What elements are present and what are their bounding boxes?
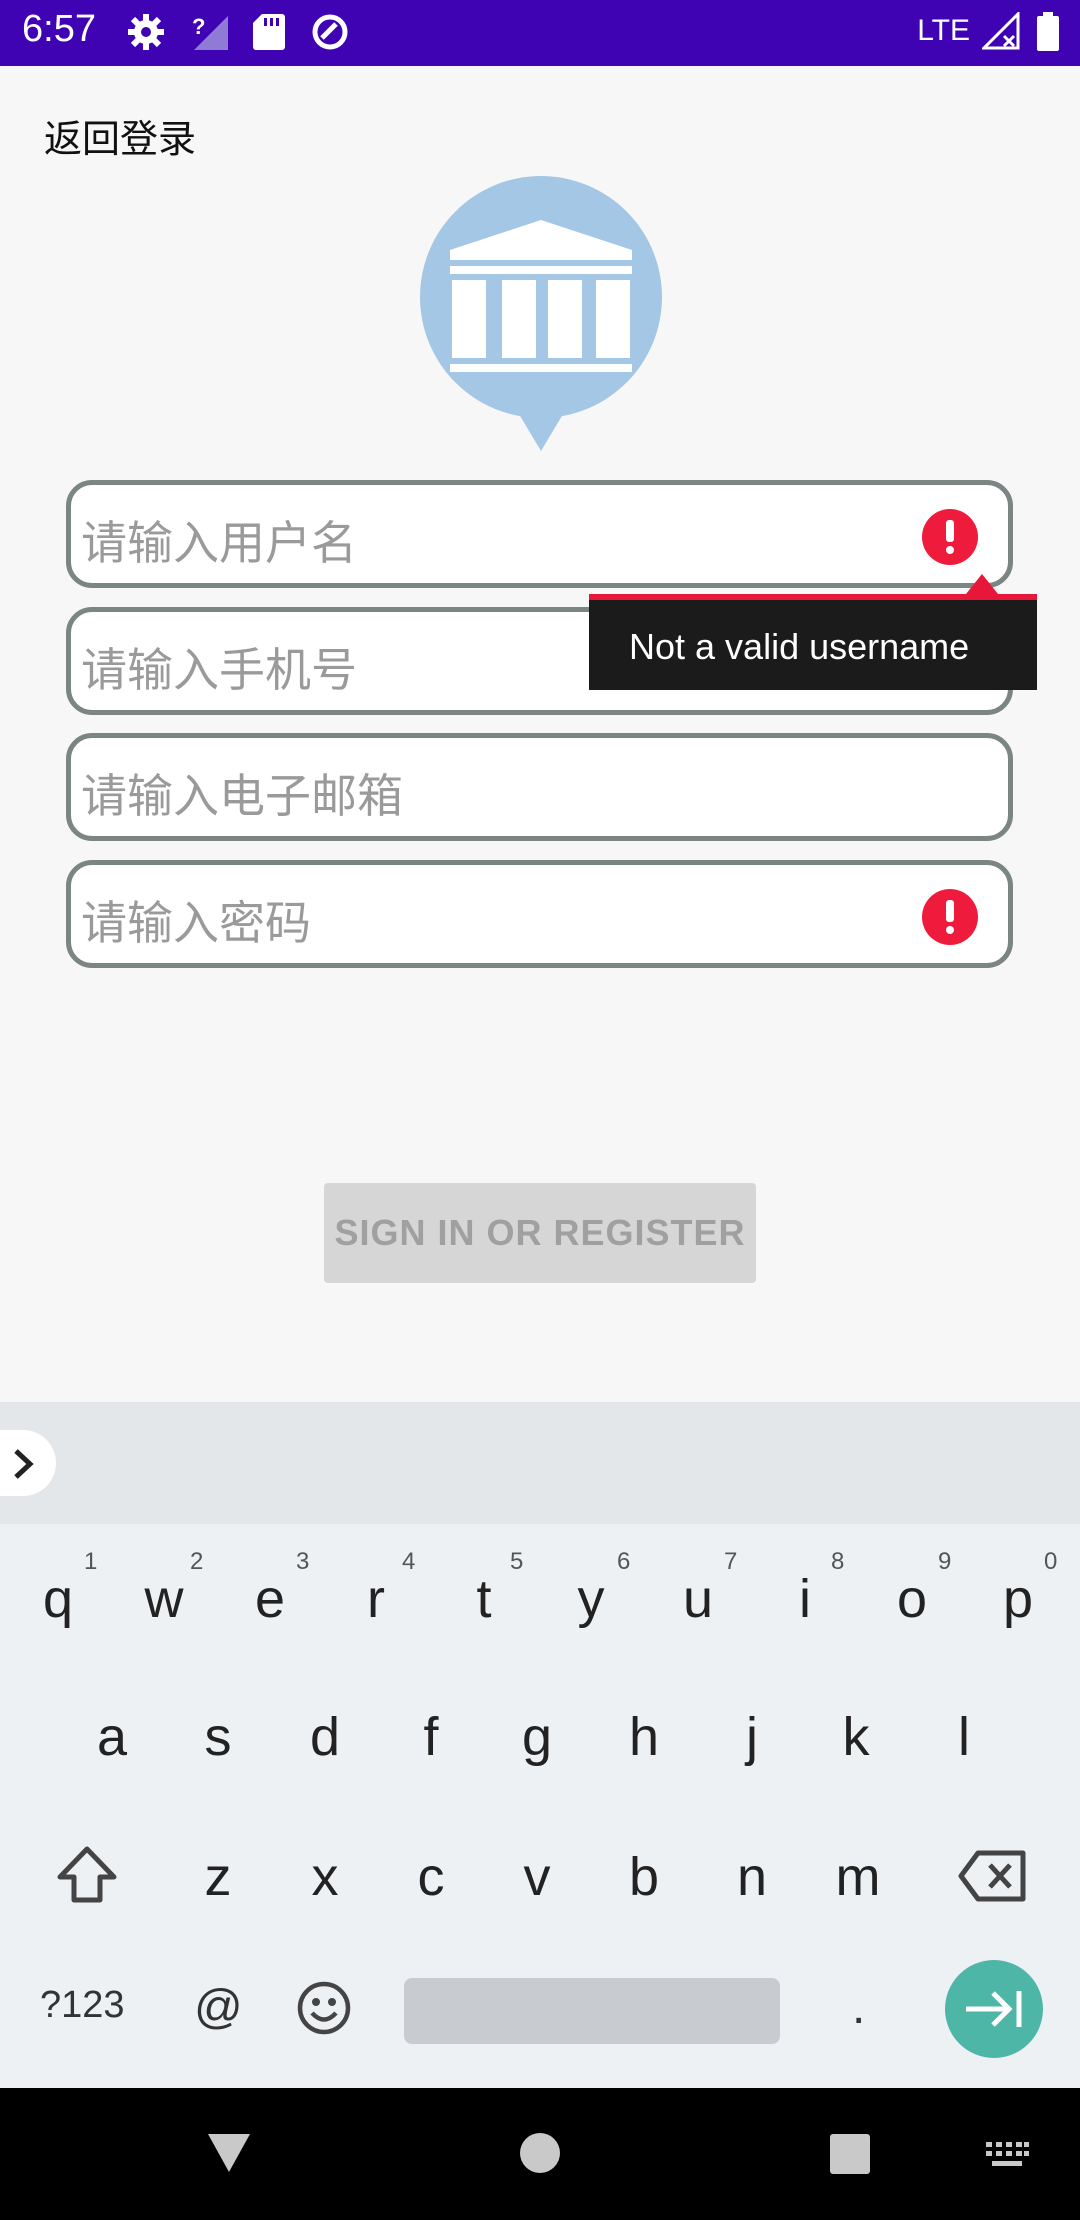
key-hint-4: 4 xyxy=(402,1548,416,1575)
username-field[interactable]: 请输入用户名 xyxy=(66,480,1013,588)
status-network: LTE xyxy=(917,14,970,47)
password-field[interactable]: 请输入密码 xyxy=(66,860,1013,968)
key-a[interactable]: a xyxy=(67,1706,157,1768)
key-w[interactable]: w xyxy=(119,1568,209,1630)
error-icon xyxy=(922,889,978,945)
error-tooltip: Not a valid username xyxy=(589,594,1037,690)
key-k[interactable]: k xyxy=(811,1706,901,1768)
bank-location-pin-icon xyxy=(420,176,662,451)
spacebar[interactable] xyxy=(404,1978,780,2044)
key-hint-9: 9 xyxy=(938,1548,952,1575)
key-v[interactable]: v xyxy=(492,1846,582,1908)
next-arrow-icon xyxy=(966,1991,1022,2027)
sign-in-or-register-button[interactable]: SIGN IN OR REGISTER xyxy=(324,1183,756,1283)
key-z[interactable]: z xyxy=(173,1846,263,1908)
emoji-icon[interactable] xyxy=(296,1980,352,2036)
sync-icon xyxy=(312,14,348,50)
key-e[interactable]: e xyxy=(225,1568,315,1630)
key-hint-1: 1 xyxy=(84,1548,98,1575)
signal-question-icon: ? xyxy=(192,14,228,50)
key-hint-6: 6 xyxy=(617,1548,631,1575)
key-hint-0: 0 xyxy=(1044,1548,1058,1575)
home-circle-icon[interactable] xyxy=(519,2132,561,2174)
keyboard-icon[interactable] xyxy=(984,2140,1030,2170)
recents-square-icon[interactable] xyxy=(828,2132,872,2176)
key-f[interactable]: f xyxy=(386,1706,476,1768)
shift-icon[interactable] xyxy=(56,1844,118,1906)
error-icon xyxy=(922,509,978,565)
enter-key[interactable] xyxy=(945,1960,1043,2058)
signal-x-icon xyxy=(982,12,1020,50)
key-p[interactable]: p xyxy=(973,1568,1063,1630)
key-y[interactable]: y xyxy=(546,1568,636,1630)
at-key[interactable]: @ xyxy=(194,1980,243,2035)
phone-placeholder: 请输入手机号 xyxy=(81,643,357,697)
key-m[interactable]: m xyxy=(813,1846,903,1908)
error-tooltip-text: Not a valid username xyxy=(629,626,970,667)
key-t[interactable]: t xyxy=(439,1568,529,1630)
period-key[interactable]: . xyxy=(852,1980,865,2035)
keyboard-expand-button[interactable] xyxy=(0,1430,56,1496)
username-placeholder: 请输入用户名 xyxy=(81,516,357,570)
keyboard-suggestion-strip xyxy=(0,1402,1080,1524)
key-hint-8: 8 xyxy=(831,1548,845,1575)
key-u[interactable]: u xyxy=(653,1568,743,1630)
tooltip-arrow xyxy=(966,574,998,594)
backspace-icon[interactable] xyxy=(958,1850,1028,1902)
email-placeholder: 请输入电子邮箱 xyxy=(81,769,403,823)
key-g[interactable]: g xyxy=(492,1706,582,1768)
key-hint-7: 7 xyxy=(724,1548,738,1575)
symbols-key[interactable]: ?123 xyxy=(40,1984,125,2027)
key-hint-2: 2 xyxy=(190,1548,204,1575)
email-field[interactable]: 请输入电子邮箱 xyxy=(66,733,1013,841)
password-placeholder: 请输入密码 xyxy=(81,896,311,950)
key-hint-3: 3 xyxy=(296,1548,310,1575)
status-time: 6:57 xyxy=(22,8,96,50)
key-hint-5: 5 xyxy=(510,1548,524,1575)
key-c[interactable]: c xyxy=(386,1846,476,1908)
back-triangle-icon[interactable] xyxy=(206,2130,252,2176)
key-i[interactable]: i xyxy=(760,1568,850,1630)
svg-text:?: ? xyxy=(192,14,205,39)
sd-card-icon xyxy=(253,14,285,50)
key-n[interactable]: n xyxy=(707,1846,797,1908)
key-o[interactable]: o xyxy=(867,1568,957,1630)
key-j[interactable]: j xyxy=(707,1706,797,1768)
key-b[interactable]: b xyxy=(599,1846,689,1908)
navigation-bar xyxy=(0,2088,1080,2220)
key-d[interactable]: d xyxy=(280,1706,370,1768)
key-l[interactable]: l xyxy=(919,1706,1009,1768)
back-to-login-link[interactable]: 返回登录 xyxy=(44,108,196,163)
key-s[interactable]: s xyxy=(173,1706,263,1768)
key-q[interactable]: q xyxy=(13,1568,103,1630)
soft-keyboard: ?123 @ . q1w2e3r4t5y6u7i8o9p0 asdfghjkl zx… xyxy=(0,1524,1080,2088)
status-bar: 6:57 ? LTE xyxy=(0,0,1080,66)
battery-icon xyxy=(1037,12,1059,51)
key-x[interactable]: x xyxy=(280,1846,370,1908)
chevron-right-icon xyxy=(14,1449,34,1479)
key-h[interactable]: h xyxy=(599,1706,689,1768)
gear-icon xyxy=(128,14,164,50)
key-r[interactable]: r xyxy=(331,1568,421,1630)
